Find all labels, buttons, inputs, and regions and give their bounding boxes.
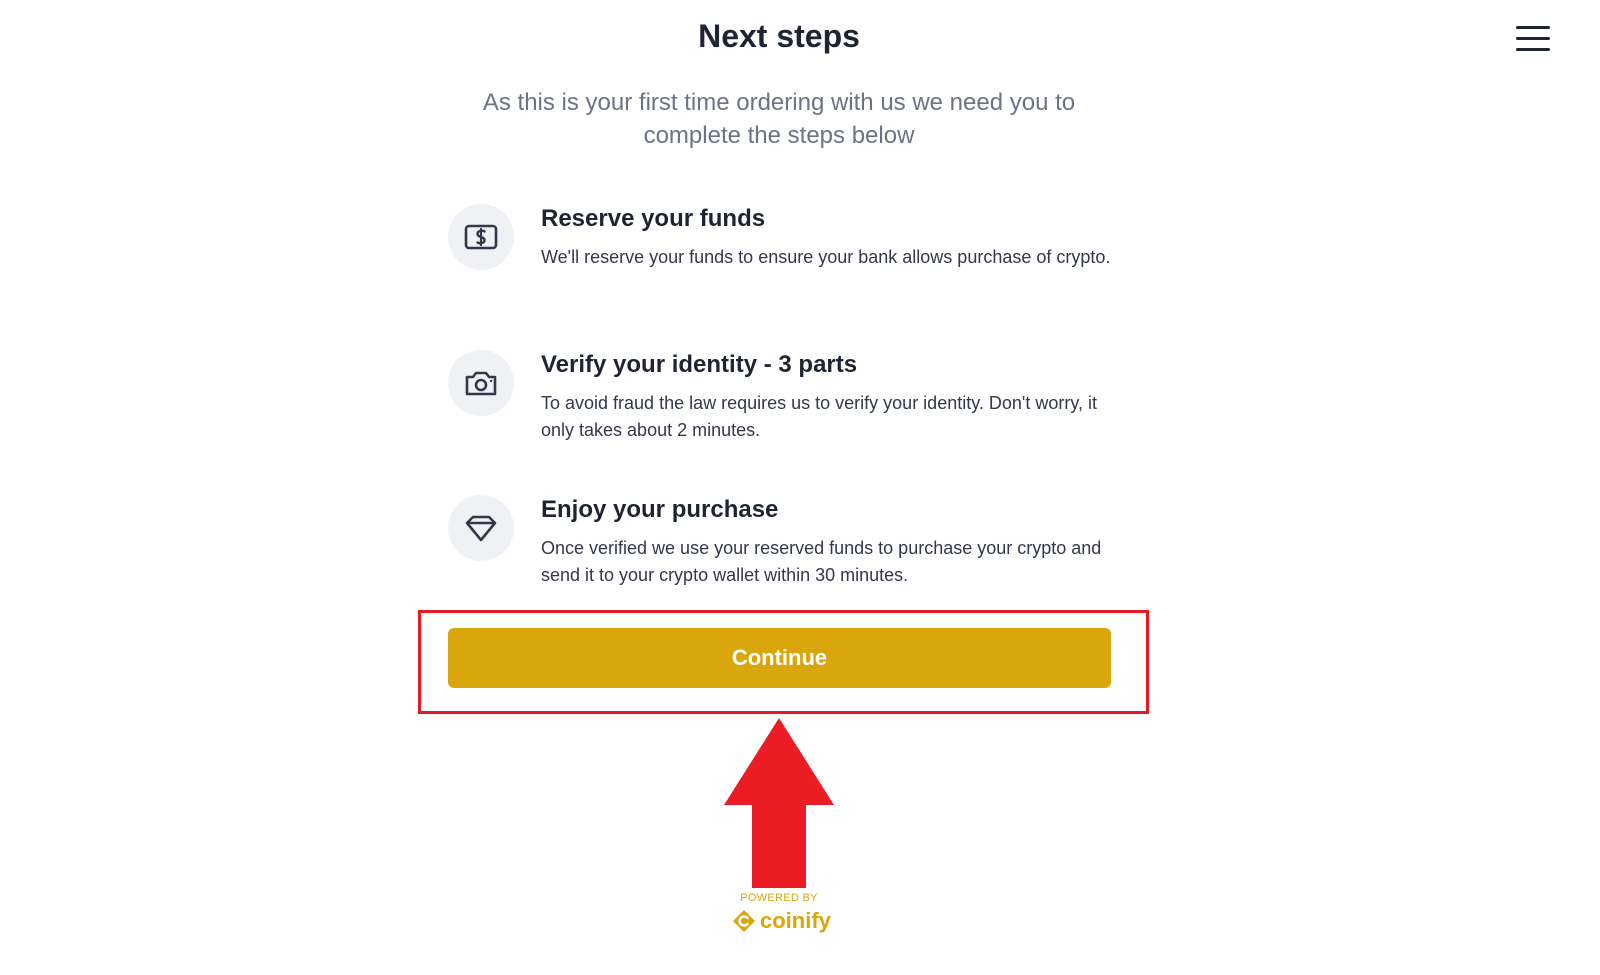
coinify-logo-icon	[733, 910, 755, 932]
powered-by-label: POWERED BY	[740, 892, 818, 904]
step-title: Enjoy your purchase	[541, 496, 779, 523]
continue-button[interactable]: Continue	[448, 628, 1111, 688]
next-steps-page: Next steps As this is your first time or…	[0, 0, 1600, 975]
up-arrow-icon	[724, 718, 834, 888]
diamond-icon	[448, 495, 514, 561]
page-title: Next steps	[698, 18, 860, 54]
camera-icon	[448, 350, 514, 416]
step-description: We'll reserve your funds to ensure your …	[541, 247, 1111, 267]
brand-name: coinify	[760, 908, 831, 933]
step-description: To avoid fraud the law requires us to ve…	[541, 393, 1098, 440]
coinify-brand[interactable]: coinify	[732, 906, 831, 936]
dollar-bill-icon	[448, 204, 514, 270]
step-description: Once verified we use your reserved funds…	[541, 538, 1102, 585]
page-subtitle: As this is your first time ordering with…	[482, 89, 1076, 149]
step-title: Verify your identity - 3 parts	[541, 351, 858, 378]
step-title: Reserve your funds	[541, 205, 766, 232]
